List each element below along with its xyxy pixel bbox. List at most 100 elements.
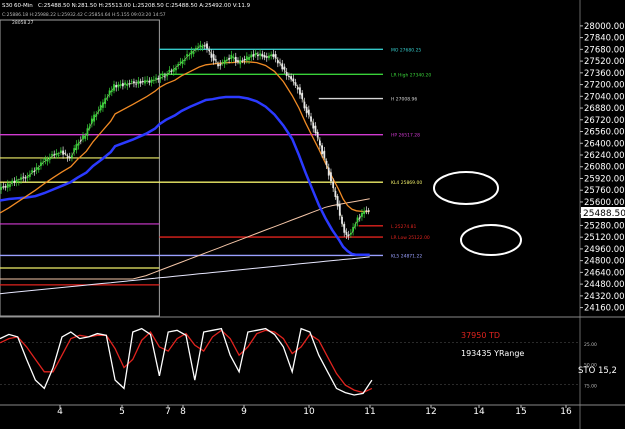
candle-body — [144, 80, 146, 84]
candle-body — [146, 79, 149, 81]
candle-body — [157, 78, 160, 80]
kl4-highlight-ellipse — [433, 171, 499, 205]
candle-body — [71, 155, 73, 158]
candle-body — [279, 62, 281, 64]
candle-body — [133, 81, 135, 84]
candle-body — [17, 181, 20, 182]
candle-body — [6, 183, 9, 188]
price-tick-label: 27520.00 — [584, 57, 625, 67]
candle-body — [84, 135, 87, 139]
candle-body — [2, 186, 5, 188]
candle-body — [57, 154, 60, 156]
candle-body — [239, 59, 242, 65]
level-label: HP 26517.28 — [391, 133, 420, 139]
candle-body — [86, 128, 89, 137]
candle-body — [152, 79, 155, 81]
candle-body — [48, 157, 51, 160]
candle-body — [51, 154, 53, 156]
candle-body — [0, 186, 3, 190]
candle-body — [28, 174, 31, 177]
candle-body — [254, 52, 257, 56]
price-tick-label: 27680.00 — [584, 45, 625, 55]
level-label: H 27008.96 — [391, 97, 417, 103]
candle-body — [175, 68, 177, 71]
candle-body — [367, 210, 370, 212]
candle-body — [323, 150, 326, 158]
price-chart[interactable]: MO 27680.25 LR High 27340.20 H 27008.96 HP … — [0, 0, 625, 429]
candle-body — [347, 234, 350, 236]
candle-body — [354, 224, 357, 227]
candle-body — [82, 135, 84, 140]
candle-body — [212, 54, 215, 61]
candle-body — [186, 54, 188, 57]
candle-body — [203, 45, 206, 47]
candle-body — [75, 144, 78, 151]
candle-body — [250, 54, 253, 58]
candle-body — [121, 83, 124, 87]
candle-body — [64, 152, 67, 154]
time-tick-label: 14 — [473, 407, 485, 417]
osc-tick-label: 75.00 — [584, 383, 597, 389]
candle-body — [237, 60, 239, 62]
candle-body — [268, 55, 270, 59]
candle-body — [46, 159, 49, 162]
price-tick-label: 27200.00 — [584, 81, 625, 91]
candle-body — [179, 61, 182, 63]
candle-body — [318, 140, 321, 146]
candle-body — [115, 85, 118, 88]
candle-body — [223, 60, 226, 65]
candle-body — [62, 150, 64, 155]
candle-body — [117, 84, 120, 88]
candle-body — [257, 54, 259, 57]
candle-body — [361, 212, 363, 217]
candle-body — [195, 47, 197, 50]
candle-body — [199, 44, 202, 47]
price-tick-label: 27840.00 — [584, 34, 625, 44]
candle-body — [219, 64, 222, 66]
price-tick-label: 24640.00 — [584, 268, 625, 278]
level-label: KL5 24871.22 — [391, 253, 422, 259]
candle-body — [148, 80, 151, 83]
candle-body — [66, 156, 69, 158]
price-tick-label: 24480.00 — [584, 280, 625, 290]
candle-body — [294, 82, 297, 86]
candle-body — [42, 161, 45, 163]
candle-body — [358, 217, 361, 219]
price-tick-label: 24160.00 — [584, 304, 625, 314]
candle-body — [37, 167, 40, 171]
price-tick-label: 27040.00 — [584, 92, 625, 102]
price-tick-label: 27360.00 — [584, 69, 625, 79]
candle-body — [301, 92, 304, 99]
price-tick-label: 26720.00 — [584, 116, 625, 126]
price-tick-label: 26880.00 — [584, 104, 625, 114]
price-tick-label: 25120.00 — [584, 233, 625, 243]
candle-body — [97, 110, 100, 112]
candle-body — [124, 82, 126, 85]
candle-body — [261, 53, 264, 57]
time-tick-label: 4 — [57, 407, 63, 417]
candle-body — [161, 75, 164, 76]
candle-body — [226, 59, 228, 61]
candle-body — [53, 153, 56, 155]
candle-body — [106, 97, 109, 99]
price-tick-label: 26560.00 — [584, 128, 625, 138]
candle-body — [102, 102, 104, 108]
candle-body — [217, 64, 219, 67]
candle-body — [206, 43, 208, 49]
time-tick-label: 12 — [425, 407, 436, 417]
level-label: LR Low 25122.00 — [391, 235, 430, 241]
candle-body — [214, 59, 217, 61]
time-tick-label: 15 — [515, 407, 526, 417]
candle-body — [276, 60, 279, 64]
time-tick-label: 10 — [303, 407, 315, 417]
candle-body — [164, 76, 166, 78]
candle-body — [192, 52, 195, 54]
candle-body — [243, 58, 246, 61]
candle-body — [363, 210, 366, 214]
candle-body — [188, 54, 191, 56]
candle-body — [168, 69, 171, 72]
header-subline: C:25886.18 H:25988.22 L:25932.42 C:25854… — [2, 12, 166, 18]
candle-body — [166, 74, 169, 77]
candle-body — [310, 116, 312, 122]
candle-body — [281, 63, 284, 70]
